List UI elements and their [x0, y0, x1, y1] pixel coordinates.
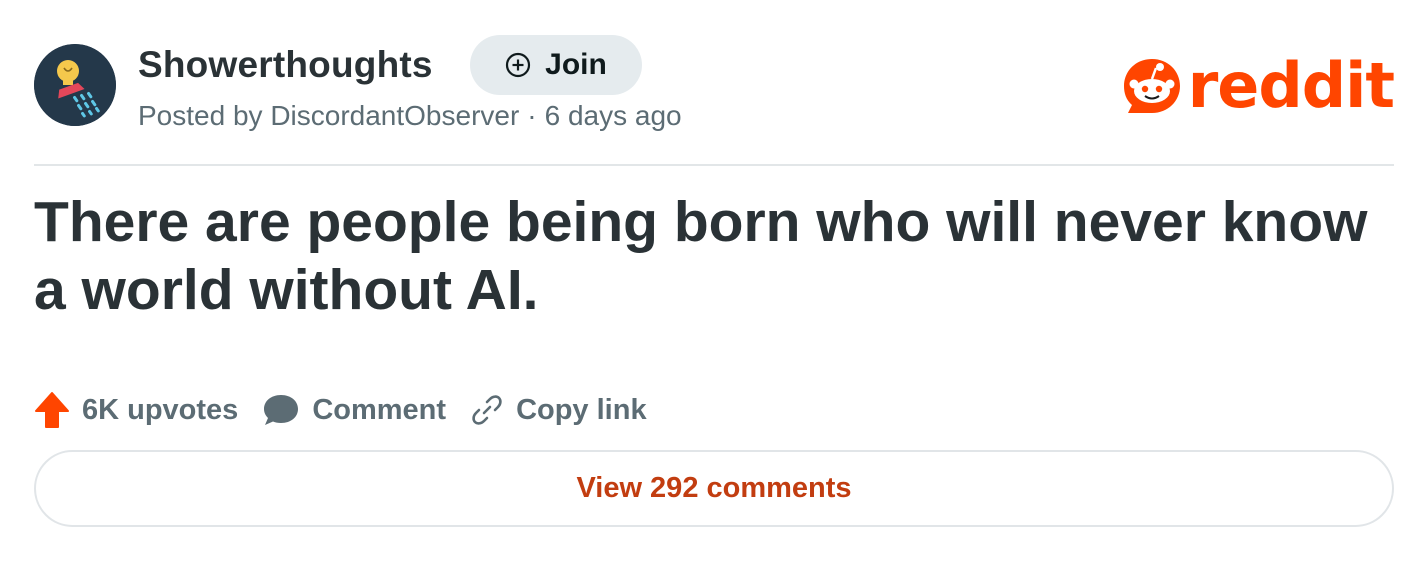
subreddit-name[interactable]: Showerthoughts [138, 44, 433, 86]
subreddit-avatar[interactable] [34, 44, 116, 126]
byline-separator: · [527, 100, 537, 131]
upvotes-count: 6K upvotes [82, 393, 239, 426]
reddit-wordmark: reddit [1187, 49, 1395, 122]
reddit-logo[interactable]: reddit [1120, 49, 1395, 122]
posted-by-prefix: Posted by [138, 100, 263, 131]
comment-bubble-icon [264, 395, 299, 425]
post-card: Showerthoughts Join Posted by Discordant… [0, 0, 1422, 576]
lightbulb-shower-icon [34, 44, 116, 126]
comment-button[interactable]: Comment [262, 392, 446, 428]
copy-link-label: Copy link [516, 393, 647, 426]
upvote-arrow-icon [35, 392, 69, 428]
author-link[interactable]: DiscordantObserver [270, 100, 519, 131]
view-comments-button[interactable]: View 292 comments [34, 450, 1394, 527]
copy-link-button[interactable]: Copy link [470, 393, 647, 427]
link-icon [472, 395, 502, 425]
plus-circle-icon [506, 52, 531, 78]
header-divider [34, 164, 1394, 166]
comment-label: Comment [312, 393, 447, 426]
post-title[interactable]: There are people being born who will nev… [34, 188, 1404, 324]
reddit-snoo-icon [1123, 59, 1180, 113]
post-header: Showerthoughts Join Posted by Discordant… [34, 35, 1395, 136]
join-label: Join [545, 48, 607, 81]
post-actions: 6K upvotes Comment Copy link [34, 388, 671, 432]
post-byline: Posted by DiscordantObserver · 6 days ago [138, 100, 682, 132]
post-timestamp: 6 days ago [544, 100, 682, 131]
upvote-button[interactable]: 6K upvotes [34, 391, 238, 429]
join-button[interactable]: Join [470, 35, 642, 95]
